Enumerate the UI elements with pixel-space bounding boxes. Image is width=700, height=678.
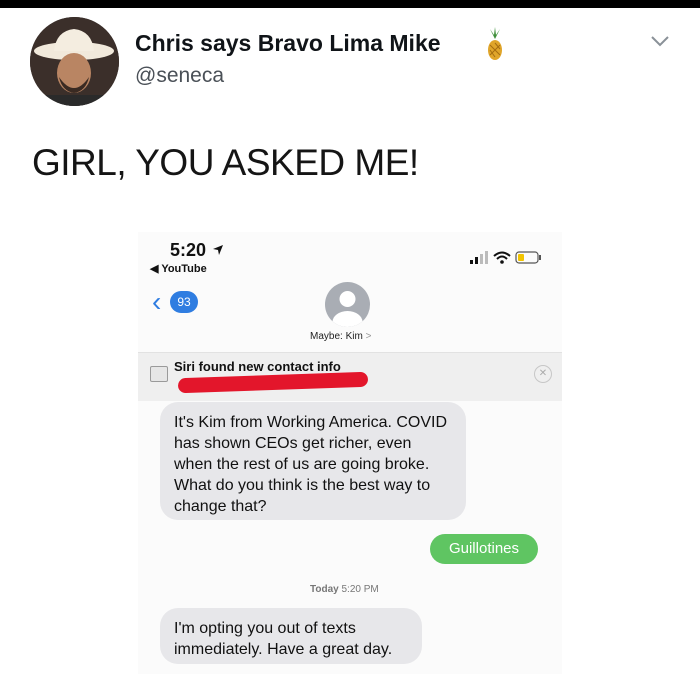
incoming-message-bubble: It's Kim from Working America. COVID has… [160, 402, 466, 520]
battery-icon [515, 251, 541, 264]
person-silhouette-icon [332, 291, 363, 327]
wifi-icon [493, 251, 511, 264]
handle[interactable]: @seneca [135, 64, 224, 88]
message-timestamp: Today 5:20 PM [310, 584, 379, 595]
chevron-down-icon[interactable] [650, 34, 670, 48]
siri-suggestion-text: Siri found new contact info [174, 359, 341, 374]
red-redaction-scribble [177, 371, 369, 394]
back-chevron-icon: ‹ [152, 286, 162, 317]
contact-card-icon [150, 366, 168, 382]
back-to-app-link: ◀ YouTube [150, 263, 207, 275]
avatar[interactable] [30, 17, 119, 106]
signal-icon [470, 251, 488, 264]
tweet-text: GIRL, YOU ASKED ME! [32, 142, 419, 183]
incoming-message-bubble: I'm opting you out of texts immediately.… [160, 608, 422, 664]
outgoing-message-bubble: Guillotines [430, 534, 538, 564]
avatar-cowboy-image [30, 17, 119, 106]
top-border [0, 0, 700, 8]
contact-name: Maybe: Kim > [310, 331, 372, 342]
contact-avatar [325, 282, 370, 327]
embedded-screenshot: 5:20 ◀ YouTube ‹ 93 Maybe: Kim > Siri fo… [138, 232, 562, 674]
siri-suggestion-banner: Siri found new contact info ✕ [138, 352, 562, 401]
pineapple-icon [488, 27, 502, 60]
display-name[interactable]: Chris says Bravo Lima Mike [135, 30, 441, 57]
status-time: 5:20 [170, 240, 207, 260]
unread-badge: 93 [170, 291, 198, 313]
status-icons [470, 251, 541, 264]
contact-chevron: > [365, 331, 372, 342]
location-arrow-icon [213, 245, 223, 255]
close-icon: ✕ [534, 365, 552, 383]
